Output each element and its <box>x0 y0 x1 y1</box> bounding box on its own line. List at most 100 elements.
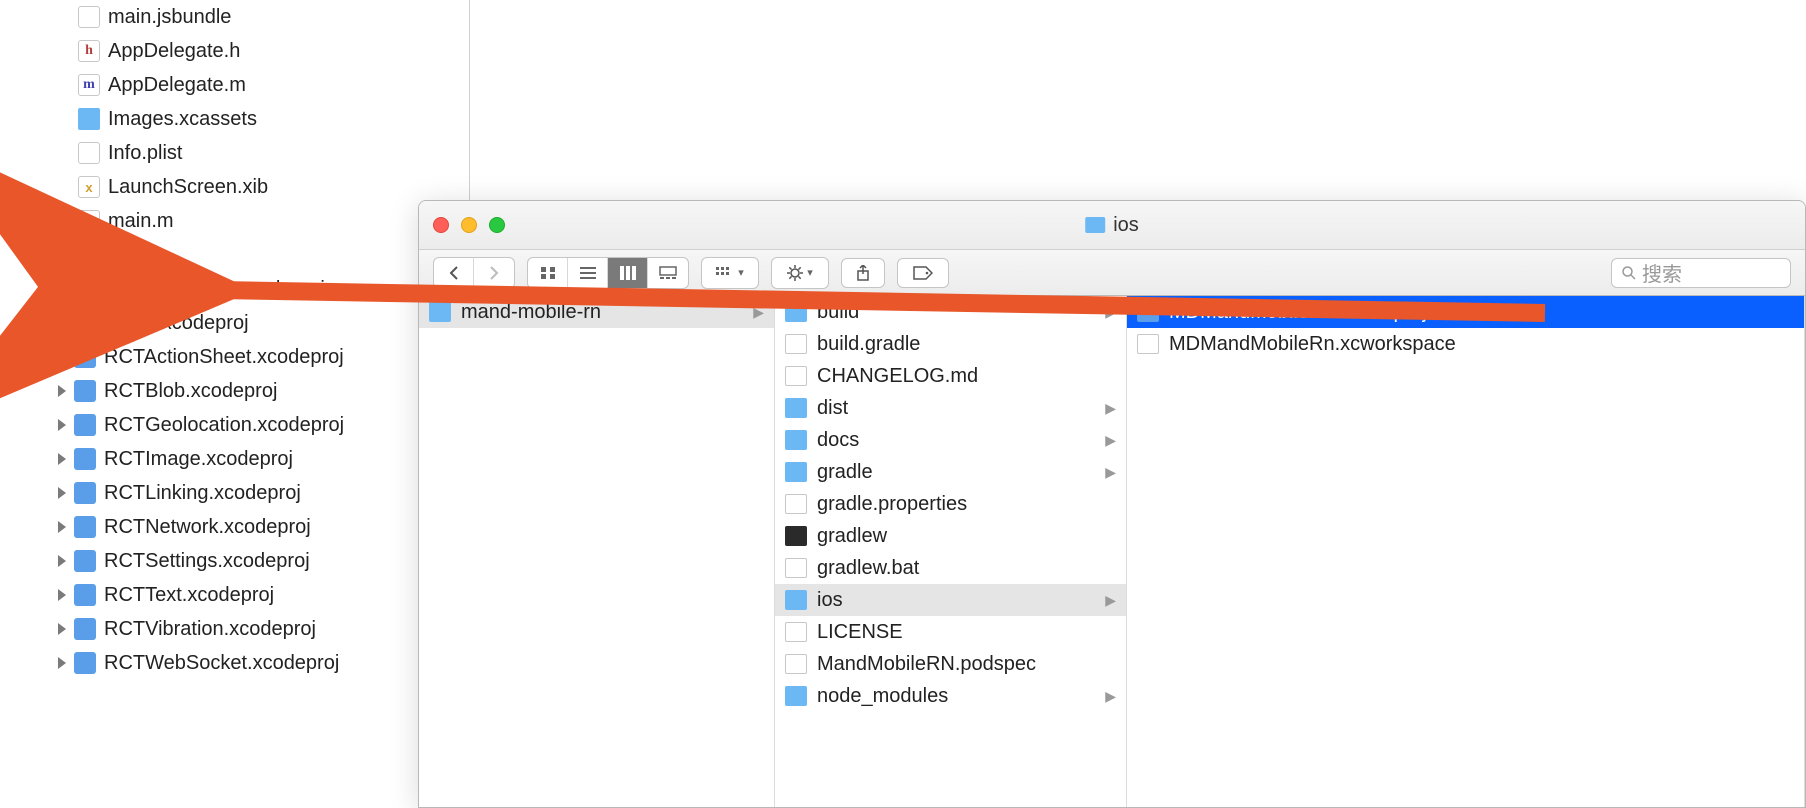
view-mode-buttons <box>527 257 689 289</box>
file-label: build.gradle <box>817 333 920 356</box>
xcworkspace-icon <box>1137 334 1159 354</box>
finder-row[interactable]: docs▶ <box>775 424 1126 456</box>
list-view-button[interactable] <box>568 258 608 288</box>
finder-row[interactable]: gradlew.bat <box>775 552 1126 584</box>
tree-row[interactable]: xLaunchScreen.xib <box>0 170 469 204</box>
file-label: node_modules <box>817 685 948 708</box>
disclosure-right-icon[interactable] <box>54 621 70 637</box>
finder-row[interactable]: LICENSE <box>775 616 1126 648</box>
disclosure-right-icon[interactable] <box>54 485 70 501</box>
disclosure-right-icon[interactable] <box>54 281 70 297</box>
forward-button[interactable] <box>474 258 514 288</box>
tree-row[interactable]: RCTAnimation.xcodeproj <box>0 272 469 306</box>
folder-icon <box>50 244 72 266</box>
disclosure-right-icon[interactable] <box>54 553 70 569</box>
back-button[interactable] <box>434 258 474 288</box>
disclosure-right-icon[interactable] <box>54 417 70 433</box>
finder-row[interactable]: MDMandMobileRn.xcodeproj <box>1127 296 1804 328</box>
tree-row[interactable]: RCTText.xcodeproj <box>0 578 469 612</box>
document-icon <box>785 622 807 642</box>
finder-row[interactable]: gradlew <box>775 520 1126 552</box>
tree-row[interactable]: RCTBlob.xcodeproj <box>0 374 469 408</box>
file-label: RCTLinking.xcodeproj <box>104 482 301 505</box>
file-label: gradlew.bat <box>817 557 919 580</box>
finder-titlebar[interactable]: ios <box>419 201 1805 250</box>
document-icon <box>785 654 807 674</box>
tree-row[interactable]: Info.plist <box>0 136 469 170</box>
finder-row[interactable]: MDMandMobileRn.xcworkspace <box>1127 328 1804 360</box>
minimize-button[interactable] <box>461 217 477 233</box>
finder-row[interactable]: mand-mobile-rn▶ <box>419 296 774 328</box>
folder-icon <box>785 430 807 450</box>
finder-row[interactable]: MandMobileRN.podspec <box>775 648 1126 680</box>
finder-row[interactable]: gradle.properties <box>775 488 1126 520</box>
disclosure-right-icon[interactable] <box>54 587 70 603</box>
zoom-button[interactable] <box>489 217 505 233</box>
xcodeproj-icon <box>1137 302 1159 322</box>
tree-row[interactable]: RCTSettings.xcodeproj <box>0 544 469 578</box>
finder-row[interactable]: build▶ <box>775 296 1126 328</box>
tree-row[interactable]: Images.xcassets <box>0 102 469 136</box>
file-label: AppDelegate.h <box>108 40 240 63</box>
xcodeproj-icon <box>74 550 96 572</box>
plist-icon <box>78 142 100 164</box>
icon-view-button[interactable] <box>528 258 568 288</box>
tree-row[interactable]: RCTWebSocket.xcodeproj <box>0 646 469 680</box>
finder-row[interactable]: node_modules▶ <box>775 680 1126 712</box>
disclosure-right-icon[interactable] <box>54 383 70 399</box>
file-label: main.jsbundle <box>108 6 231 29</box>
gallery-view-button[interactable] <box>648 258 688 288</box>
tree-row[interactable]: RCTNetwork.xcodeproj <box>0 510 469 544</box>
tags-button[interactable] <box>897 258 949 288</box>
finder-row[interactable]: ios▶ <box>775 584 1126 616</box>
action-button[interactable]: ▾ <box>772 258 828 288</box>
tree-row[interactable]: mmain.m <box>0 204 469 238</box>
tree-row[interactable]: RCTImage.xcodeproj <box>0 442 469 476</box>
tree-row[interactable]: RCTLinking.xcodeproj <box>0 476 469 510</box>
finder-toolbar: ▾ ▾ 搜索 <box>419 250 1805 296</box>
disclosure-right-icon[interactable] <box>54 519 70 535</box>
share-button[interactable] <box>841 258 885 288</box>
tree-group-libraries[interactable]: Libraries <box>0 238 469 272</box>
xcodeproj-icon <box>74 652 96 674</box>
file-label: RCTWebSocket.xcodeproj <box>104 652 339 675</box>
close-button[interactable] <box>433 217 449 233</box>
xcode-navigator: main.jsbundle hAppDelegate.h mAppDelegat… <box>0 0 470 808</box>
file-label: dist <box>817 397 848 420</box>
file-label: gradlew <box>817 525 887 548</box>
tree-row[interactable]: RCTActionSheet.xcodeproj <box>0 340 469 374</box>
group-label: Libraries <box>80 244 157 267</box>
disclosure-right-icon[interactable] <box>54 349 70 365</box>
tree-row[interactable]: React.xcodeproj <box>0 306 469 340</box>
finder-row[interactable]: dist ▶ <box>775 392 1126 424</box>
file-m-icon: m <box>78 74 100 96</box>
file-label: main.m <box>108 210 174 233</box>
document-icon <box>785 366 807 386</box>
search-icon <box>1622 266 1636 280</box>
folder-icon <box>785 398 807 418</box>
nav-buttons <box>433 257 515 289</box>
search-field[interactable]: 搜索 <box>1611 258 1791 288</box>
tree-row[interactable]: mAppDelegate.m <box>0 68 469 102</box>
finder-row[interactable]: gradle▶ <box>775 456 1126 488</box>
tree-row[interactable]: RCTVibration.xcodeproj <box>0 612 469 646</box>
file-label: Images.xcassets <box>108 108 257 131</box>
file-label: React.xcodeproj <box>104 312 249 335</box>
disclosure-right-icon[interactable] <box>54 315 70 331</box>
tree-row[interactable]: hAppDelegate.h <box>0 34 469 68</box>
disclosure-right-icon[interactable] <box>54 655 70 671</box>
finder-row[interactable]: build.gradle <box>775 328 1126 360</box>
disclosure-right-icon[interactable] <box>54 451 70 467</box>
tree-row[interactable]: main.jsbundle <box>0 0 469 34</box>
tree-row[interactable]: RCTGeolocation.xcodeproj <box>0 408 469 442</box>
disclosure-down-icon[interactable] <box>30 247 46 263</box>
title-text: ios <box>1113 214 1139 237</box>
folder-icon <box>78 108 100 130</box>
finder-row[interactable]: CHANGELOG.md <box>775 360 1126 392</box>
xcodeproj-icon <box>74 312 96 334</box>
file-label: RCTActionSheet.xcodeproj <box>104 346 344 369</box>
xcodeproj-icon <box>74 414 96 436</box>
column-view-button[interactable] <box>608 258 648 288</box>
chevron-right-icon: ▶ <box>1105 400 1116 417</box>
arrange-button[interactable]: ▾ <box>702 258 758 288</box>
